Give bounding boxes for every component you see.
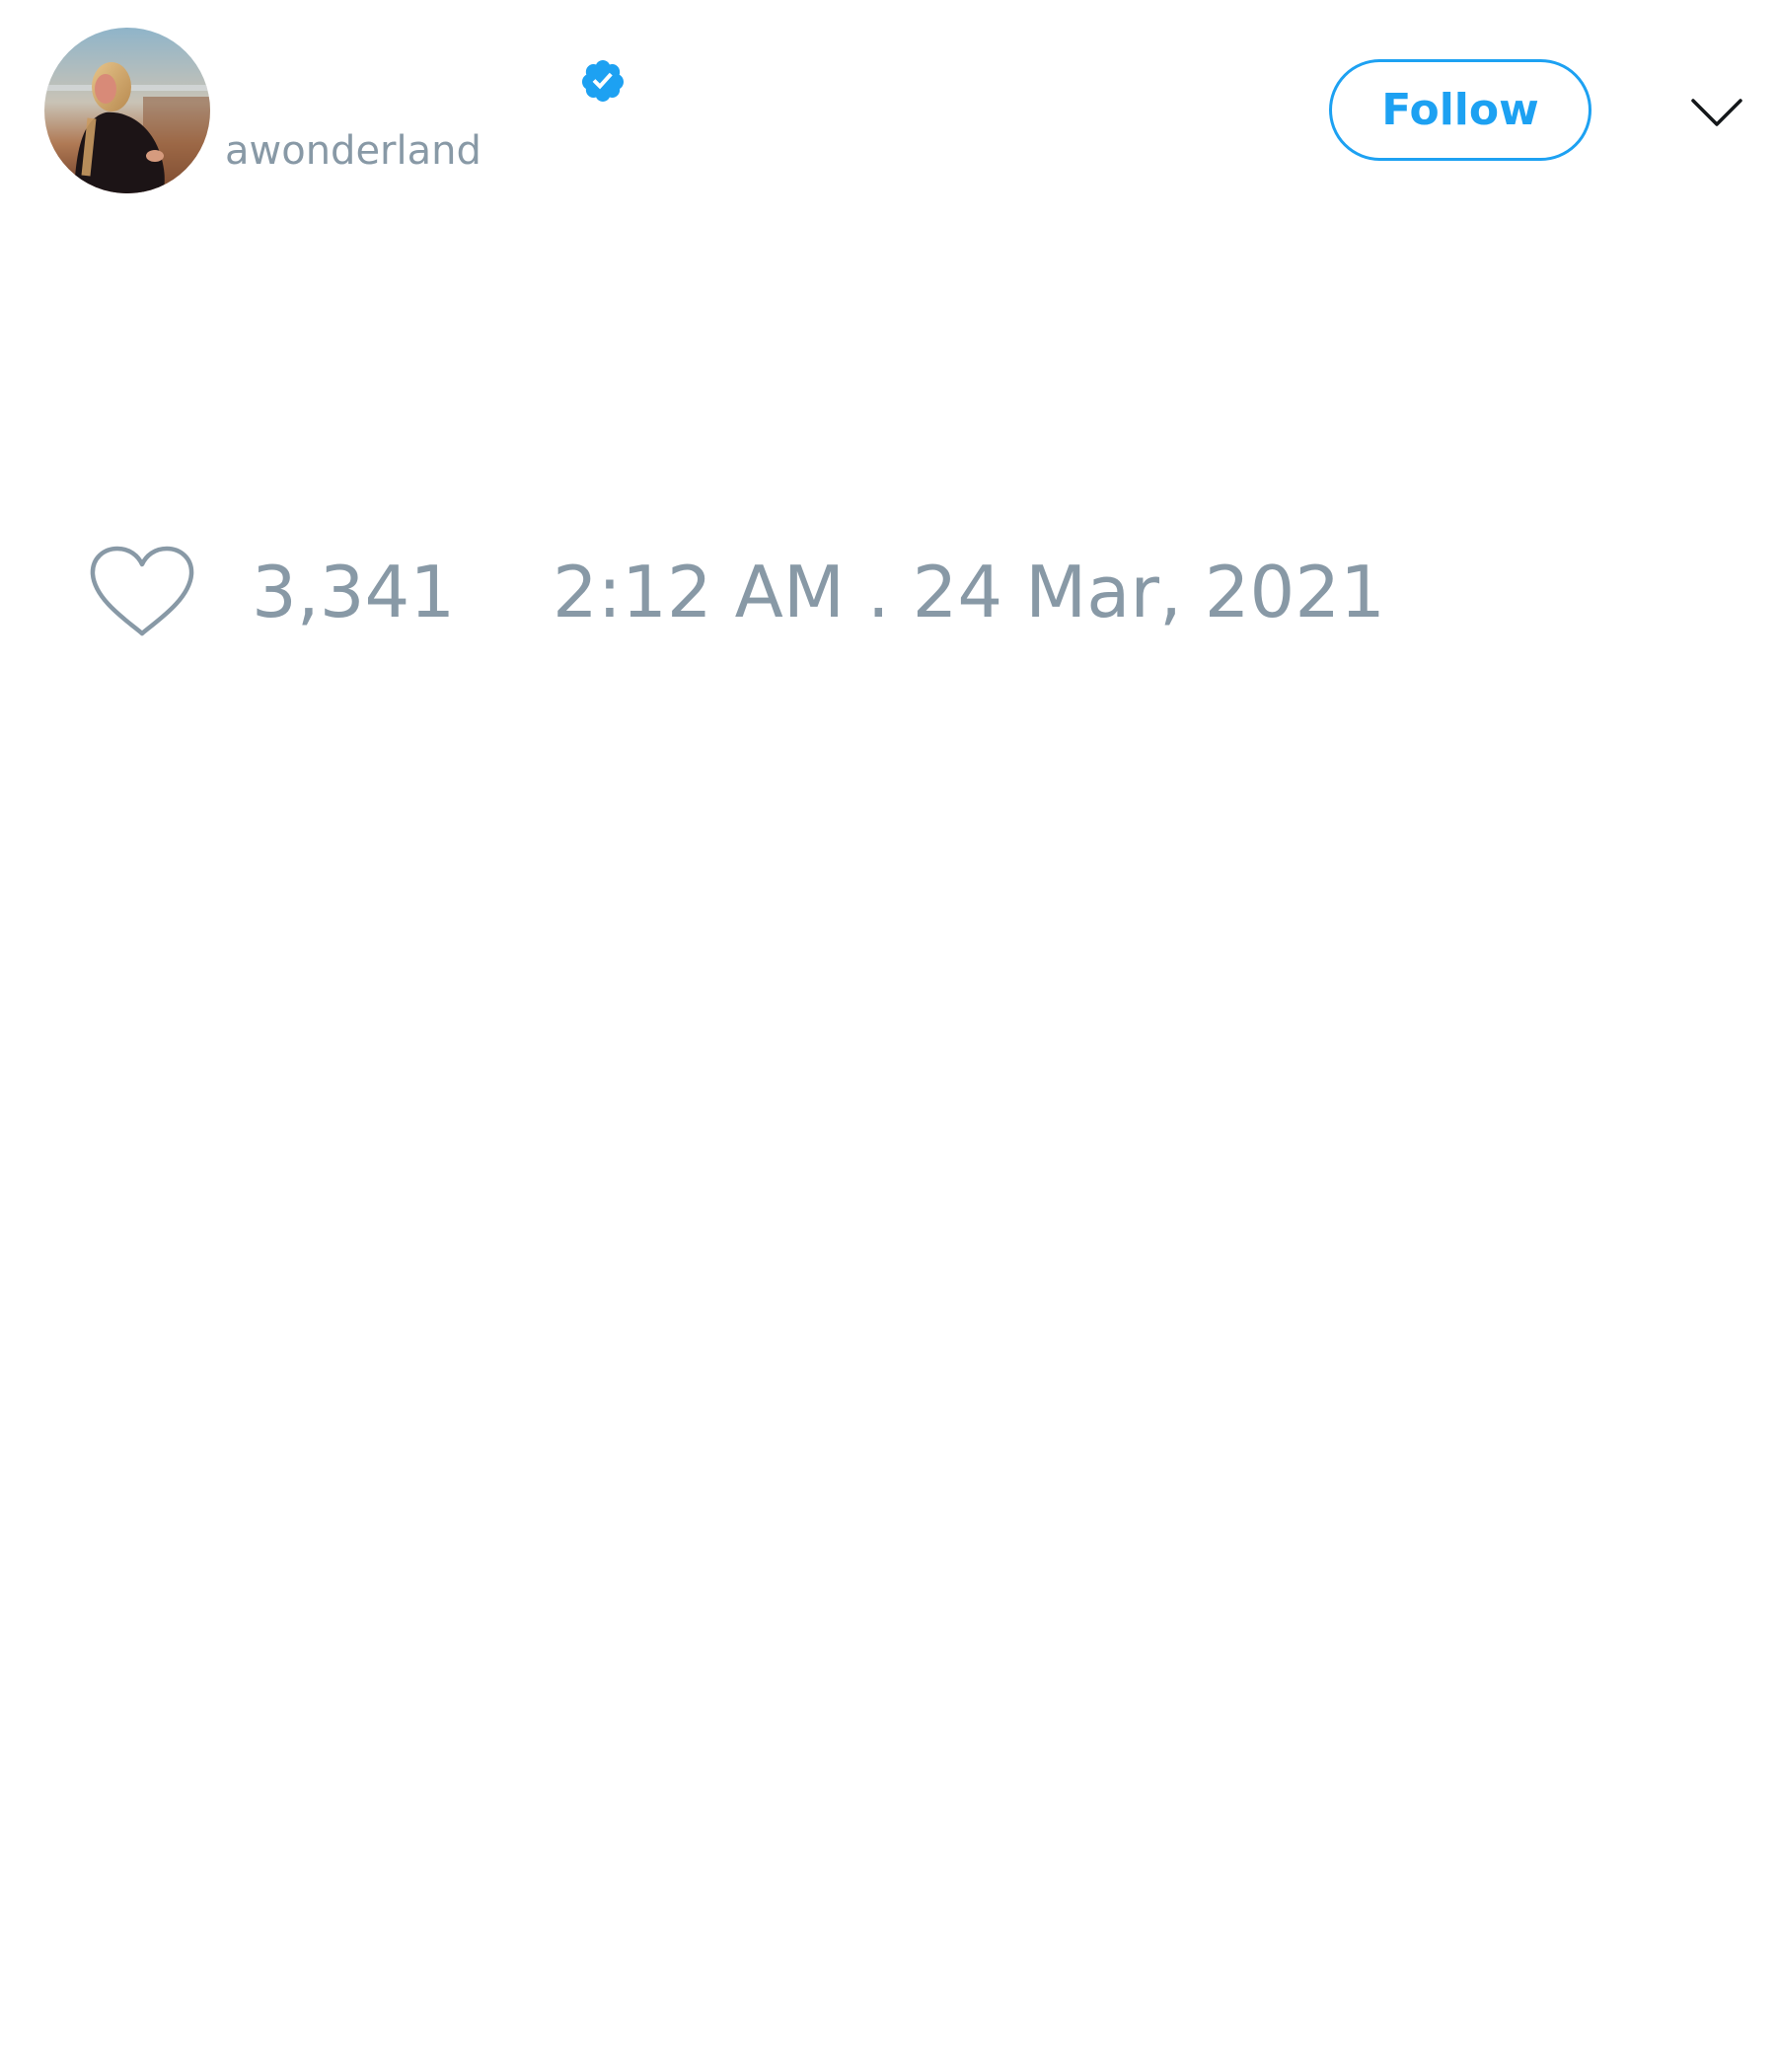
follow-button[interactable]: Follow — [1329, 59, 1591, 161]
avatar-photo — [44, 28, 210, 193]
verified-badge-icon — [581, 60, 624, 102]
avatar[interactable] — [44, 28, 210, 193]
user-handle[interactable]: awonderland — [225, 126, 481, 176]
tweet-timestamp[interactable]: 2:12 AM . 24 Mar, 2021 — [553, 553, 1385, 631]
tweet-card: awonderland Follow 3,341 2:12 AM . 24 Ma… — [0, 0, 1776, 2072]
like-count: 3,341 — [252, 551, 456, 633]
tweet-footer: 3,341 2:12 AM . 24 Mar, 2021 — [0, 533, 1776, 641]
heart-icon[interactable] — [89, 545, 195, 639]
chevron-down-icon[interactable] — [1689, 87, 1744, 134]
